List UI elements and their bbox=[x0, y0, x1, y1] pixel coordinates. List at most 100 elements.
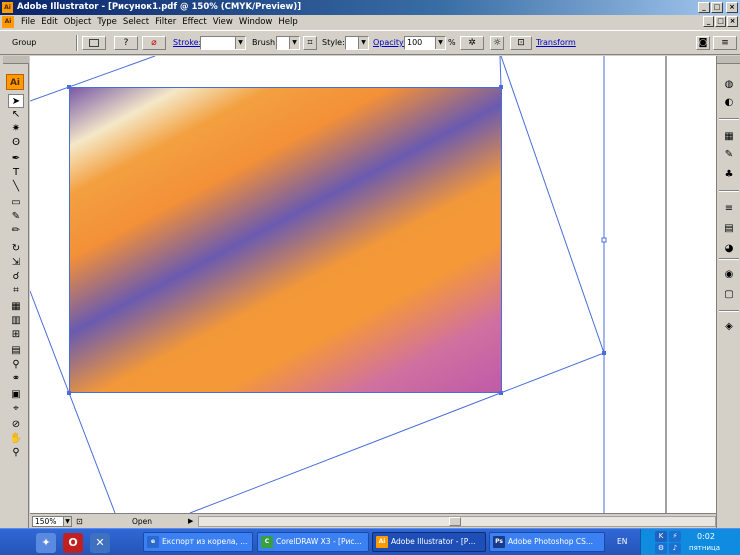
layers-panel-icon[interactable]: ◈ bbox=[721, 320, 737, 334]
fill-swatch-dropdown[interactable]: ? bbox=[114, 36, 138, 50]
free-transform-tool-icon[interactable]: ⌗ bbox=[8, 284, 24, 298]
menu-file[interactable]: File bbox=[18, 15, 38, 29]
selection-tool-icon[interactable]: ➤ bbox=[8, 94, 24, 108]
pencil-tool-icon[interactable]: ✏ bbox=[8, 224, 24, 238]
menu-type[interactable]: Type bbox=[94, 15, 120, 29]
stroke-weight-field[interactable]: ▼ bbox=[200, 36, 246, 50]
document-setup-button[interactable]: ☼ bbox=[490, 36, 504, 50]
language-indicator[interactable]: EN bbox=[617, 536, 627, 548]
quicklaunch-opera-icon[interactable]: O bbox=[63, 533, 83, 553]
symbol-sprayer-tool-icon[interactable]: ▦ bbox=[8, 300, 24, 314]
taskbar-button-2[interactable]: C CorelDRAW X3 - [Рис... bbox=[257, 532, 369, 552]
status-arrow-icon[interactable]: ▶ bbox=[188, 516, 193, 527]
zoom-tool-icon[interactable]: ⚲ bbox=[8, 446, 24, 460]
brush-dropdown[interactable]: ▼ bbox=[276, 36, 300, 50]
hand-tool-icon[interactable]: ✋ bbox=[8, 432, 24, 446]
chevron-down-icon[interactable]: ▼ bbox=[63, 517, 71, 526]
mesh-tool-icon[interactable]: ⊞ bbox=[8, 328, 24, 342]
taskbar-button-1[interactable]: e Експорт из корела, ... bbox=[143, 532, 253, 552]
brushes-panel-icon[interactable]: ✎ bbox=[721, 148, 737, 162]
doc-close-button[interactable]: × bbox=[727, 16, 738, 27]
column-graph-tool-icon[interactable]: ▥ bbox=[8, 314, 24, 328]
rectangle-tool-icon[interactable]: ▭ bbox=[8, 196, 24, 210]
graphic-styles-panel-icon[interactable]: ▢ bbox=[721, 288, 737, 302]
tray-volume-icon[interactable]: ♪ bbox=[669, 543, 681, 554]
status-menu-icon[interactable]: ⊡ bbox=[76, 516, 83, 527]
doc-minimize-button[interactable]: _ bbox=[703, 16, 714, 27]
taskbar-button-3[interactable]: Ai Adobe Illustrator - [Р... bbox=[372, 532, 486, 552]
transparency-panel-icon[interactable]: ◕ bbox=[721, 242, 737, 256]
gradient-panel-icon[interactable]: ▤ bbox=[721, 222, 737, 236]
close-button[interactable]: × bbox=[726, 2, 738, 13]
isolate-group-button[interactable] bbox=[82, 36, 106, 50]
align-options-button[interactable]: ⊡ bbox=[510, 36, 532, 50]
appearance-panel-icon[interactable]: ◉ bbox=[721, 268, 737, 282]
menu-filter[interactable]: Filter bbox=[152, 15, 179, 29]
transform-panel-link[interactable]: Transform bbox=[536, 37, 576, 49]
gradient-tool-icon[interactable]: ▤ bbox=[8, 344, 24, 358]
rotate-tool-icon[interactable]: ↻ bbox=[8, 242, 24, 256]
warp-tool-icon[interactable]: ☌ bbox=[8, 270, 24, 284]
horizontal-scrollbar[interactable] bbox=[198, 516, 716, 527]
control-camera-button[interactable]: ◙ bbox=[696, 36, 710, 50]
brush-options-button[interactable]: ⌗ bbox=[303, 36, 317, 50]
tray-network-icon[interactable]: ⚡ bbox=[669, 531, 681, 542]
selection-bounding-box[interactable] bbox=[30, 56, 716, 513]
recolor-artwork-button[interactable]: ✲ bbox=[460, 36, 484, 50]
direct-selection-tool-icon[interactable]: ↖ bbox=[8, 108, 24, 122]
tray-security-icon[interactable]: ⚙ bbox=[655, 543, 667, 554]
stroke-panel-icon[interactable]: ≡ bbox=[721, 202, 737, 216]
menu-view[interactable]: View bbox=[210, 15, 236, 29]
clock-time[interactable]: 0:02 bbox=[697, 531, 715, 542]
swatches-panel-icon[interactable]: ▦ bbox=[721, 130, 737, 144]
opacity-panel-link[interactable]: Opacity: bbox=[373, 37, 406, 49]
control-panel-menu-button[interactable]: ≡ bbox=[713, 36, 737, 50]
menu-window[interactable]: Window bbox=[236, 15, 276, 29]
lasso-tool-icon[interactable]: ʘ bbox=[8, 136, 24, 150]
line-tool-icon[interactable]: ╲ bbox=[8, 180, 24, 194]
minimize-button[interactable]: _ bbox=[698, 2, 710, 13]
tools-panel-grip[interactable] bbox=[3, 56, 29, 64]
doc-restore-button[interactable]: □ bbox=[715, 16, 726, 27]
maximize-button[interactable]: □ bbox=[711, 2, 723, 13]
artboard-canvas[interactable] bbox=[30, 56, 716, 513]
clock-day[interactable]: пятница bbox=[689, 543, 720, 554]
paintbrush-tool-icon[interactable]: ✎ bbox=[8, 210, 24, 224]
scale-tool-icon[interactable]: ⇲ bbox=[8, 256, 24, 270]
menu-effect[interactable]: Effect bbox=[179, 15, 209, 29]
panel-dock-grip[interactable] bbox=[717, 56, 740, 64]
live-paint-tool-icon[interactable]: ▣ bbox=[8, 388, 24, 402]
menu-object[interactable]: Object bbox=[61, 15, 95, 29]
opacity-field[interactable]: 100 ▼ bbox=[404, 36, 446, 50]
quicklaunch-bulb-icon[interactable]: ✦ bbox=[36, 533, 56, 553]
quicklaunch-app-icon[interactable]: ✕ bbox=[90, 533, 110, 553]
taskbar-button-4[interactable]: Ps Adobe Photoshop CS... bbox=[489, 532, 605, 552]
chevron-down-icon[interactable]: ▼ bbox=[358, 37, 368, 49]
stroke-panel-link[interactable]: Stroke: bbox=[173, 37, 201, 49]
illustrator-app-icon[interactable]: Ai bbox=[2, 2, 13, 13]
type-tool-icon[interactable]: T bbox=[8, 166, 24, 180]
chevron-down-icon[interactable]: ▼ bbox=[235, 37, 245, 49]
style-dropdown[interactable]: ▼ bbox=[345, 36, 369, 50]
symbols-panel-icon[interactable]: ♣ bbox=[721, 168, 737, 182]
pen-tool-icon[interactable]: ✒ bbox=[8, 152, 24, 166]
blend-tool-icon[interactable]: ⚭ bbox=[8, 372, 24, 386]
menu-edit[interactable]: Edit bbox=[38, 15, 60, 29]
slice-tool-icon[interactable]: ⊘ bbox=[8, 418, 24, 432]
tray-kaspersky-icon[interactable]: K bbox=[655, 531, 667, 542]
stroke-swatch-dropdown[interactable]: ⌀ bbox=[142, 36, 166, 50]
color-guide-panel-icon[interactable]: ◍ bbox=[721, 78, 737, 92]
magic-wand-tool-icon[interactable]: ✷ bbox=[8, 122, 24, 136]
menu-help[interactable]: Help bbox=[275, 15, 300, 29]
chevron-down-icon[interactable]: ▼ bbox=[435, 37, 445, 49]
menu-select[interactable]: Select bbox=[120, 15, 152, 29]
eyedropper-tool-icon[interactable]: ⚲ bbox=[8, 358, 24, 372]
status-text[interactable]: Open bbox=[132, 516, 152, 527]
chevron-down-icon[interactable]: ▼ bbox=[289, 37, 299, 49]
crop-area-tool-icon[interactable]: ⌖ bbox=[8, 402, 24, 416]
scrollbar-thumb[interactable] bbox=[449, 517, 461, 526]
zoom-level-field[interactable]: 150% ▼ bbox=[32, 516, 72, 527]
document-icon[interactable]: Ai bbox=[2, 16, 14, 28]
title-bar[interactable]: Ai Adobe Illustrator - [Рисунок1.pdf @ 1… bbox=[0, 0, 740, 15]
color-panel-icon[interactable]: ◐ bbox=[721, 96, 737, 110]
